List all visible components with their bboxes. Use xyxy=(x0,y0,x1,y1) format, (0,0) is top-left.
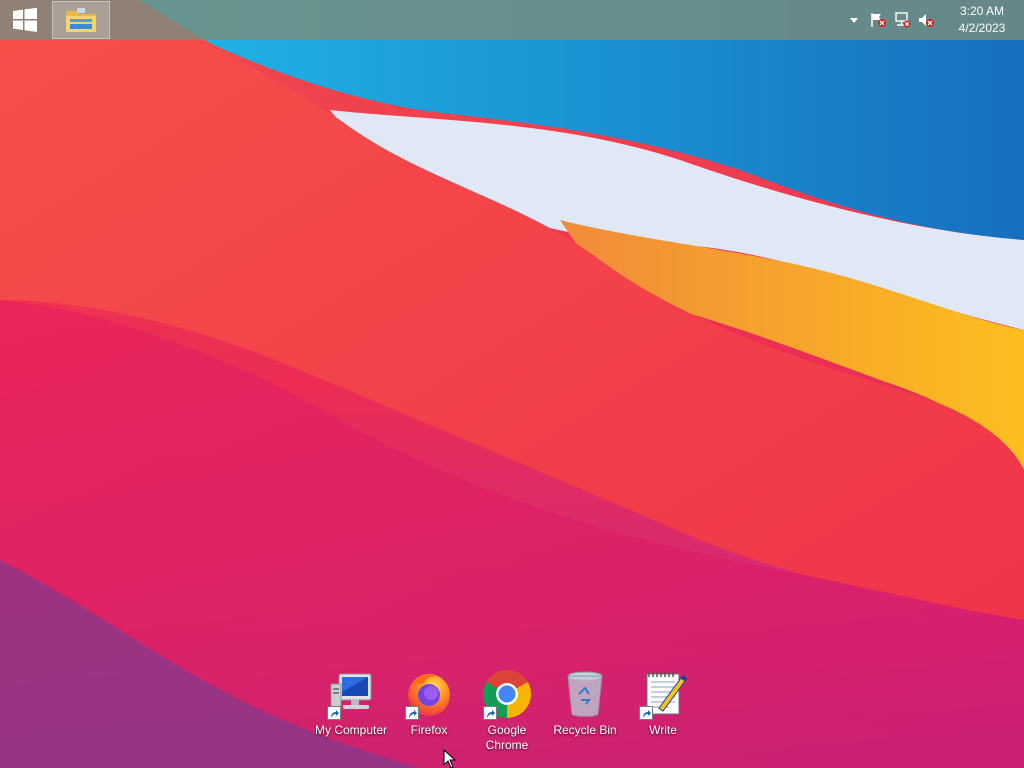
desktop-icon-recycle-bin[interactable]: Recycle Bin xyxy=(546,668,624,738)
desktop-icon-label: My Computer xyxy=(314,723,388,737)
desktop-icon-label: Write xyxy=(649,723,677,737)
recycle-bin-icon xyxy=(567,671,603,717)
mouse-cursor-icon xyxy=(443,749,457,768)
desktop-icon-my-computer[interactable]: My Computer xyxy=(312,668,390,738)
desktop-icon-area: My Computer Firefox Google Chrome Recycl… xyxy=(0,0,1024,768)
shortcut-arrow-icon xyxy=(639,706,653,720)
desktop-icon-label: Recycle Bin xyxy=(553,723,617,737)
desktop-icon-firefox[interactable]: Firefox xyxy=(390,668,468,738)
desktop-icon-google-chrome[interactable]: Google Chrome xyxy=(468,668,546,753)
shortcut-arrow-icon xyxy=(327,706,341,720)
desktop-icon-label: Google Chrome xyxy=(485,723,529,752)
shortcut-arrow-icon xyxy=(483,706,497,720)
shortcut-arrow-icon xyxy=(405,706,419,720)
desktop-icon-label: Firefox xyxy=(410,723,448,737)
desktop-icon-write[interactable]: Write xyxy=(624,668,702,738)
